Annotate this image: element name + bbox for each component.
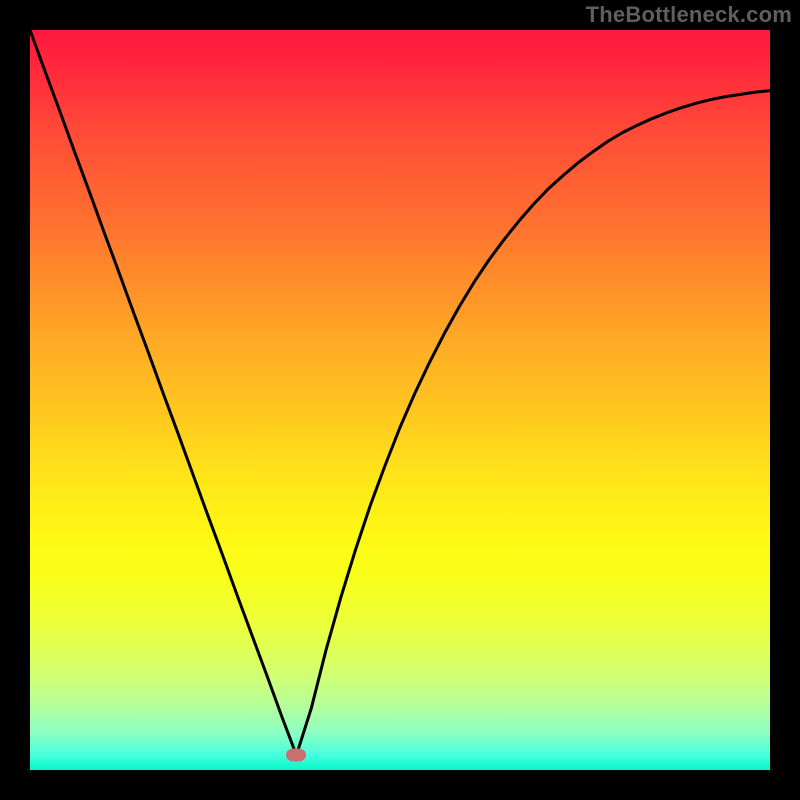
bottleneck-curve xyxy=(30,30,770,770)
chart-frame: TheBottleneck.com xyxy=(0,0,800,800)
watermark-text: TheBottleneck.com xyxy=(586,2,792,28)
optimal-point-marker xyxy=(286,749,306,762)
plot-area xyxy=(30,30,770,770)
